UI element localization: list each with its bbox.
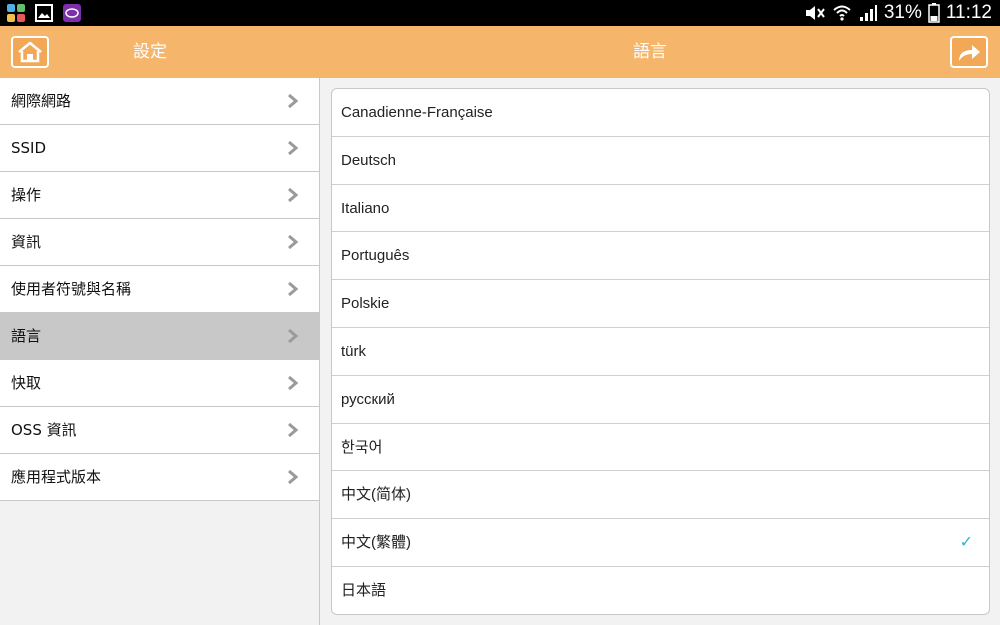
sidebar-item-label: 快取 [11,374,42,392]
language-label: Deutsch [341,151,397,169]
language-label: русский [341,390,395,408]
sidebar-item-label: 網際網路 [11,92,72,110]
chevron-right-icon [288,187,299,203]
settings-sidebar: 網際網路 SSID 操作 資訊 使用者符號與名稱 語言 快取 OSS 資訊 應用… [0,78,320,625]
language-label: Polskie [341,295,390,313]
language-label: 中文(简体) [341,486,411,504]
chevron-right-icon [288,93,299,109]
sidebar-item-user-symbol-name[interactable]: 使用者符號與名稱 [0,266,320,313]
language-option[interactable]: Polskie [332,280,989,328]
signal-icon [859,5,877,21]
language-option-selected[interactable]: 中文(繁體) ✓ [332,519,989,567]
checkmark-icon: ✓ [959,532,973,552]
share-button[interactable] [950,36,988,68]
sidebar-item-operation[interactable]: 操作 [0,172,320,219]
sidebar-item-label: SSID [11,139,47,157]
app-header: 設定 語言 [0,26,1000,78]
sidebar-item-label: OSS 資訊 [11,421,77,439]
language-option[interactable]: Deutsch [332,137,989,185]
chevron-right-icon [288,375,299,391]
chevron-right-icon [288,469,299,485]
clock-time: 11:12 [945,2,992,23]
sidebar-item-label: 操作 [11,186,42,204]
share-arrow-icon [959,45,980,61]
sidebar-item-info[interactable]: 資訊 [0,219,320,266]
gallery-icon [35,4,53,22]
language-option[interactable]: türk [332,328,989,376]
language-option[interactable]: 日本語 [332,567,989,614]
language-option[interactable]: Português [332,232,989,281]
sidebar-item-ssid[interactable]: SSID [0,125,320,172]
language-label: 日本語 [341,581,387,599]
chevron-right-icon [288,234,299,250]
chevron-right-icon [288,140,299,156]
sidebar-item-oss-info[interactable]: OSS 資訊 [0,407,320,454]
mute-icon [805,6,825,20]
language-label: 한국어 [341,438,383,456]
language-title: 語言 [633,42,667,62]
purple-app-icon [63,4,81,22]
status-left-icons [6,3,82,23]
sidebar-item-label: 應用程式版本 [11,468,102,486]
status-bar: 31% 11:12 [0,0,1000,26]
language-label: Canadienne-Française [341,104,493,121]
language-option[interactable]: Italiano [332,185,989,233]
language-list: Canadienne-Française Deutsch Italiano Po… [331,88,990,615]
home-icon [18,41,42,63]
sidebar-item-label: 語言 [11,327,42,345]
language-option[interactable]: 中文(简体) [332,471,989,520]
battery-icon [928,3,940,23]
app-grid-icon [7,4,25,22]
settings-title: 設定 [133,42,167,62]
language-option[interactable]: русский [332,376,989,424]
language-option[interactable]: Canadienne-Française [332,89,989,137]
status-right: 31% 11:12 [804,2,992,24]
sidebar-item-app-version[interactable]: 應用程式版本 [0,454,320,501]
sidebar-item-internet[interactable]: 網際網路 [0,78,320,125]
home-button[interactable] [11,36,49,68]
sidebar-item-language[interactable]: 語言 [0,313,320,360]
wifi-icon [833,5,851,21]
sidebar-item-label: 使用者符號與名稱 [11,280,132,298]
sidebar-item-label: 資訊 [11,233,42,251]
chevron-right-icon [288,281,299,297]
language-option[interactable]: 한국어 [332,424,989,472]
chevron-right-icon [288,422,299,438]
chevron-right-icon [288,328,299,344]
language-label: türk [341,342,367,360]
sidebar-item-cache[interactable]: 快取 [0,360,320,407]
language-label: Italiano [341,199,390,217]
language-label: 中文(繁體) [341,534,411,552]
language-label: Português [341,247,410,265]
battery-percent: 31% [883,2,922,23]
